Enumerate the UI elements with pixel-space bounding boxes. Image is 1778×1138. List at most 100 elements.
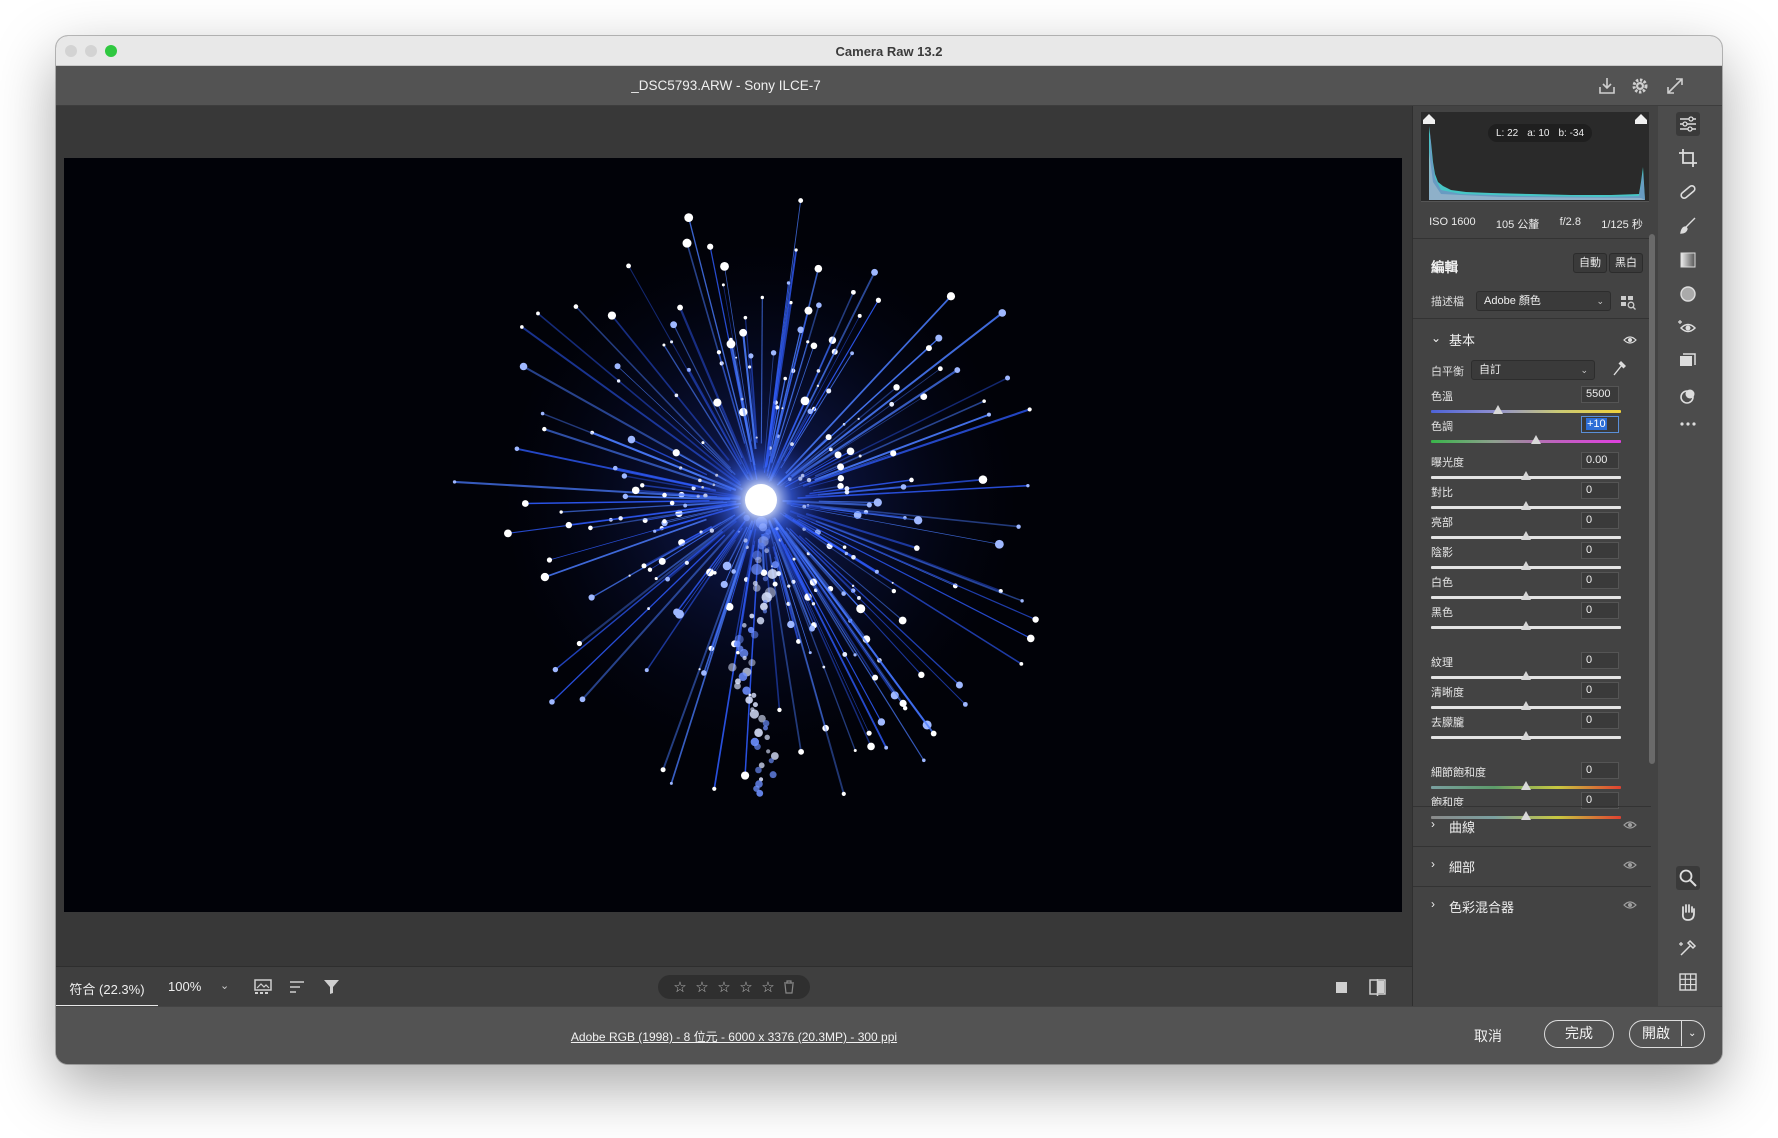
slider[interactable]: 白色 0 — [1431, 572, 1621, 604]
slider[interactable]: 黑色 0 — [1431, 602, 1621, 634]
fullscreen-icon[interactable] — [1664, 75, 1686, 97]
slider-thumb[interactable] — [1521, 781, 1531, 790]
slider-track[interactable] — [1431, 440, 1621, 443]
slider-value-input[interactable]: 0 — [1581, 542, 1619, 559]
chevron-down-icon[interactable]: ⌄ — [1688, 1021, 1696, 1046]
basic-section-header[interactable]: ⌄ 基本 — [1431, 330, 1475, 349]
slider-value-input[interactable]: 0 — [1581, 572, 1619, 589]
slider[interactable]: 亮部 0 — [1431, 512, 1621, 544]
star-3-icon[interactable]: ☆ — [717, 978, 731, 996]
slider-label: 陰影 — [1431, 547, 1453, 559]
slider[interactable]: 紋理 0 — [1431, 652, 1621, 684]
slider-thumb[interactable] — [1521, 621, 1531, 630]
slider[interactable]: 色調 +10 — [1431, 416, 1621, 448]
slider-value-input[interactable]: 0.00 — [1581, 452, 1619, 469]
healing-icon[interactable] — [1676, 180, 1700, 204]
gear-icon[interactable] — [1629, 75, 1651, 97]
visibility-eye-icon[interactable] — [1623, 860, 1637, 870]
slider-value-input[interactable]: 0 — [1581, 762, 1619, 779]
red-eye-icon[interactable] — [1676, 316, 1700, 340]
sort-icon[interactable] — [286, 976, 310, 998]
slider-value-input[interactable]: 0 — [1581, 602, 1619, 619]
image-canvas[interactable] — [56, 106, 1412, 966]
white-balance-eyedropper-icon[interactable] — [1611, 360, 1627, 378]
slider-thumb[interactable] — [1521, 531, 1531, 540]
slider-track[interactable] — [1431, 410, 1621, 413]
slider[interactable]: 曝光度 0.00 — [1431, 452, 1621, 484]
slider-thumb[interactable] — [1521, 501, 1531, 510]
slider-thumb[interactable] — [1492, 405, 1503, 414]
edit-sliders-icon[interactable] — [1676, 112, 1700, 136]
slider-thumb[interactable] — [1521, 561, 1531, 570]
brush-icon[interactable] — [1676, 214, 1700, 238]
slider-thumb[interactable] — [1521, 731, 1531, 740]
slider-value-input[interactable]: 0 — [1581, 712, 1619, 729]
profile-select-value: Adobe 顏色 — [1484, 295, 1541, 307]
hand-icon[interactable] — [1676, 900, 1700, 924]
slider-value-input[interactable]: 0 — [1581, 482, 1619, 499]
slider-value-input[interactable]: 5500 — [1581, 386, 1619, 403]
slider[interactable]: 清晰度 0 — [1431, 682, 1621, 714]
slider[interactable]: 去朦朧 0 — [1431, 712, 1621, 744]
tool-strip — [1658, 106, 1722, 1006]
presets-icon[interactable] — [1676, 384, 1700, 408]
visibility-eye-icon[interactable] — [1623, 820, 1637, 830]
radial-filter-icon[interactable] — [1676, 282, 1700, 306]
slider-value-input[interactable]: 0 — [1581, 682, 1619, 699]
slider-value: 0 — [1586, 574, 1593, 586]
profile-browser-icon[interactable] — [1620, 294, 1636, 310]
more-icon[interactable] — [1676, 412, 1700, 436]
curve-section-header[interactable]: › 曲線 — [1413, 806, 1651, 841]
slider-value-input[interactable]: 0 — [1581, 512, 1619, 529]
slider-value: 0 — [1586, 484, 1593, 496]
detail-section-header[interactable]: › 細部 — [1413, 846, 1651, 881]
slider-label: 對比 — [1431, 487, 1453, 499]
slider[interactable]: 陰影 0 — [1431, 542, 1621, 574]
color-mixer-section-header[interactable]: › 色彩混合器 — [1413, 886, 1651, 921]
highlight-clipping-icon[interactable] — [1635, 114, 1647, 124]
star-1-icon[interactable]: ☆ — [673, 978, 687, 996]
auto-button[interactable]: 自動 — [1573, 253, 1607, 273]
slider[interactable]: 對比 0 — [1431, 482, 1621, 514]
filmstrip-icon[interactable] — [252, 976, 276, 998]
slider-value-input[interactable]: +10 — [1581, 416, 1619, 433]
slider[interactable]: 色溫 5500 — [1431, 386, 1621, 418]
zoom-fit-tab[interactable]: 符合 (22.3%) — [56, 967, 158, 1007]
cancel-button[interactable]: 取消 — [1474, 1026, 1502, 1046]
slider-thumb[interactable] — [1521, 471, 1531, 480]
crop-icon[interactable] — [1676, 146, 1700, 170]
filter-icon[interactable] — [320, 976, 344, 998]
open-button[interactable]: 開啟 ⌄ — [1629, 1020, 1705, 1048]
snapshots-icon[interactable] — [1676, 350, 1700, 374]
single-view-icon[interactable] — [1330, 976, 1354, 998]
zoom-chevron-down-icon[interactable]: ⌄ — [220, 979, 229, 992]
zoom-100-tab[interactable]: 100% — [168, 979, 201, 994]
slider[interactable]: 細節飽和度 0 — [1431, 762, 1621, 794]
white-balance-select[interactable]: 自訂 ⌄ — [1471, 360, 1595, 380]
panel-scrollbar[interactable] — [1649, 234, 1655, 764]
profile-select[interactable]: Adobe 顏色 ⌄ — [1476, 291, 1611, 311]
zoom-icon[interactable] — [1676, 866, 1700, 890]
before-after-icon[interactable] — [1366, 976, 1390, 998]
slider-thumb[interactable] — [1521, 591, 1531, 600]
star-4-icon[interactable]: ☆ — [739, 978, 753, 996]
done-button[interactable]: 完成 — [1544, 1020, 1614, 1048]
slider-thumb[interactable] — [1530, 435, 1541, 444]
shadow-clipping-icon[interactable] — [1423, 114, 1435, 124]
workflow-options-link[interactable]: Adobe RGB (1998) - 8 位元 - 6000 x 3376 (2… — [56, 1028, 1412, 1045]
linear-gradient-icon[interactable] — [1676, 248, 1700, 272]
black-white-button[interactable]: 黑白 — [1609, 253, 1643, 273]
star-5-icon[interactable]: ☆ — [761, 978, 775, 996]
slider-thumb[interactable] — [1521, 671, 1531, 680]
star-2-icon[interactable]: ☆ — [695, 978, 709, 996]
slider-value-input[interactable]: 0 — [1581, 652, 1619, 669]
trash-icon[interactable] — [783, 980, 795, 994]
rating-stars[interactable]: ☆ ☆ ☆ ☆ ☆ — [658, 975, 810, 999]
grid-icon[interactable] — [1676, 970, 1700, 994]
visibility-eye-icon[interactable] — [1623, 335, 1637, 345]
panel-scrollbar-thumb[interactable] — [1649, 234, 1655, 764]
slider-thumb[interactable] — [1521, 701, 1531, 710]
save-icon[interactable] — [1596, 75, 1618, 97]
color-sampler-icon[interactable] — [1676, 936, 1700, 960]
visibility-eye-icon[interactable] — [1623, 900, 1637, 910]
